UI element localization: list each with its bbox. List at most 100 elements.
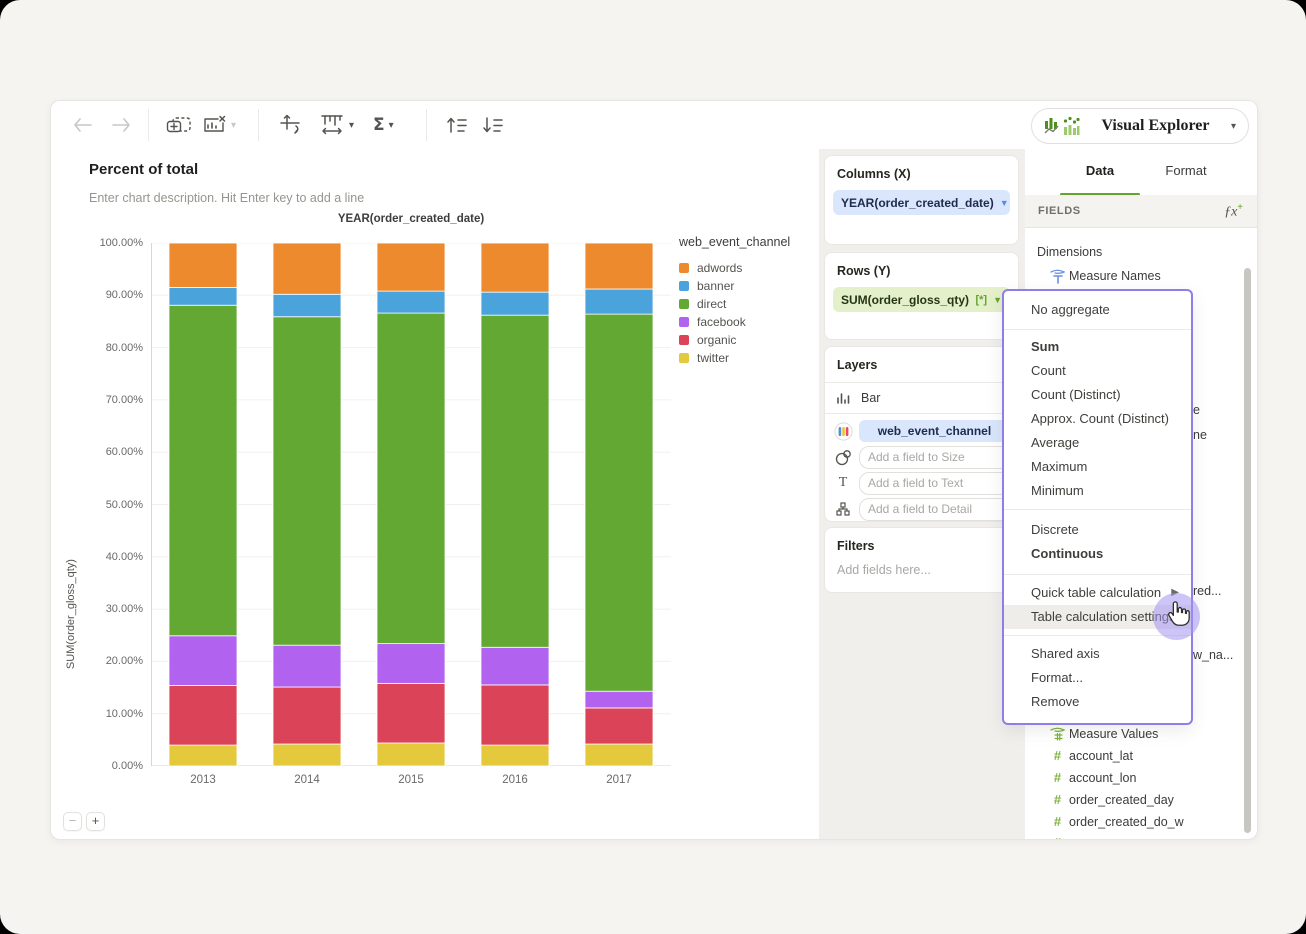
bar-segment-adwords-2016[interactable] [480,243,550,293]
bar-segment-direct-2014[interactable] [272,316,342,646]
bar-segment-adwords-2014[interactable] [272,243,342,295]
visual-explorer-caret-icon[interactable]: ▾ [1231,121,1236,132]
field-label: order_created_do_w [1069,815,1184,829]
y-axis-tick-label: 70.00% [105,393,143,406]
legend-item[interactable]: adwords [679,259,790,277]
bar-segment-adwords-2013[interactable] [168,243,238,288]
legend-item[interactable]: banner [679,277,790,295]
number-icon: # [1053,748,1062,763]
bar-segment-facebook-2014[interactable] [272,644,342,688]
legend-swatch [679,299,689,309]
stacked-bar-plot[interactable] [151,243,671,766]
bar-segment-banner-2017[interactable] [584,288,654,315]
bar-segment-direct-2013[interactable] [168,304,238,637]
menu-item-count-distinct[interactable]: Count (Distinct) [1004,383,1191,407]
menu-item-continuous[interactable]: Continuous [1004,542,1191,566]
menu-item-sum[interactable]: Sum [1004,335,1191,359]
bar-segment-organic-2015[interactable] [376,682,446,744]
field-order-created-do-w[interactable]: # order_created_do_w [1025,813,1257,833]
menu-item-maximum[interactable]: Maximum [1004,455,1191,479]
zoom-out-button[interactable]: − [63,812,82,831]
legend-item[interactable]: twitter [679,349,790,367]
bar-segment-direct-2016[interactable] [480,314,550,648]
field-label: Measure Values [1069,727,1159,741]
visual-explorer-logo-icon [1044,115,1080,137]
menu-item-count[interactable]: Count [1004,359,1191,383]
menu-item-minimum[interactable]: Minimum [1004,479,1191,503]
zoom-in-button[interactable]: + [86,812,105,831]
menu-item-average[interactable]: Average [1004,431,1191,455]
field-measure-names[interactable]: Measure Names [1025,267,1257,287]
filters-placeholder[interactable]: Add fields here... [825,553,1018,577]
bar-segment-direct-2015[interactable] [376,312,446,645]
menu-item-remove[interactable]: Remove [1004,690,1191,714]
field-partial[interactable]: # [1025,834,1257,839]
color-field-pill[interactable]: web_event_channel [859,420,1010,442]
sort-descending-icon[interactable] [481,113,505,137]
size-shelf-icon [833,449,853,466]
columns-field-pill[interactable]: YEAR(order_created_date) ▼ [833,190,1010,215]
menu-item-format[interactable]: Format... [1004,666,1191,690]
add-calculated-field-icon[interactable]: ƒx+ [1224,202,1243,221]
field-account-lat[interactable]: # account_lat [1025,747,1257,767]
legend-label: direct [697,297,727,311]
field-order-created-day[interactable]: # order_created_day [1025,791,1257,811]
bar-segment-organic-2013[interactable] [168,685,238,746]
legend-item[interactable]: organic [679,331,790,349]
aggregate-sigma-icon[interactable]: Σ ▾ [373,113,394,137]
aggregate-caret-icon[interactable]: ▾ [389,120,394,131]
bar-segment-twitter-2014[interactable] [272,743,342,766]
bar-segment-banner-2013[interactable] [168,287,238,306]
add-chart-icon[interactable] [166,113,192,137]
menu-item-discrete[interactable]: Discrete [1004,518,1191,542]
bar-segment-facebook-2017[interactable] [584,690,654,709]
field-measure-values[interactable]: Measure Values [1025,725,1257,745]
remove-chart-icon[interactable]: ▾ [203,113,236,137]
chart-title[interactable]: Percent of total [89,161,198,178]
rows-field-pill[interactable]: SUM(order_gloss_qty) [*] ▼ [833,287,1010,312]
fields-scrollbar-thumb[interactable] [1244,268,1251,833]
bar-segment-facebook-2013[interactable] [168,635,238,686]
back-icon[interactable] [73,113,93,137]
legend-item[interactable]: facebook [679,313,790,331]
toolbar-divider [258,109,259,141]
rows-field-label: SUM(order_gloss_qty) [841,292,970,307]
legend-item[interactable]: direct [679,295,790,313]
menu-item-approx-count-distinct[interactable]: Approx. Count (Distinct) [1004,407,1191,431]
tab-format[interactable]: Format [1163,163,1209,178]
bar-segment-twitter-2016[interactable] [480,744,550,766]
bar-segment-facebook-2015[interactable] [376,643,446,684]
chart-description-placeholder[interactable]: Enter chart description. Hit Enter key t… [89,191,364,205]
bar-segment-adwords-2015[interactable] [376,243,446,292]
bar-segment-twitter-2013[interactable] [168,744,238,766]
distribute-axis-icon[interactable]: ▾ [319,113,354,137]
swap-axes-icon[interactable] [279,113,303,137]
detail-shelf-placeholder[interactable]: Add a field to Detail [859,497,1010,521]
pill-caret-icon[interactable]: ▼ [993,295,1002,305]
bar-segment-organic-2014[interactable] [272,686,342,745]
remove-chart-caret-icon[interactable]: ▾ [231,120,236,131]
legend: web_event_channel adwords banner direct … [679,235,790,367]
bar-segment-banner-2015[interactable] [376,290,446,314]
size-shelf-placeholder[interactable]: Add a field to Size [859,445,1010,469]
field-account-lon[interactable]: # account_lon [1025,769,1257,789]
bar-segment-organic-2017[interactable] [584,707,654,745]
bar-segment-banner-2014[interactable] [272,293,342,318]
menu-item-no-aggregate[interactable]: No aggregate [1004,298,1191,322]
tab-data[interactable]: Data [1060,163,1140,178]
bar-segment-organic-2016[interactable] [480,684,550,746]
bar-segment-facebook-2016[interactable] [480,646,550,686]
bar-segment-adwords-2017[interactable] [584,243,654,290]
sort-ascending-icon[interactable] [445,113,469,137]
bar-segment-twitter-2017[interactable] [584,743,654,766]
mark-type-row[interactable]: Bar [825,383,1018,413]
visual-explorer-switcher[interactable]: Visual Explorer ▾ [1031,108,1249,144]
distribute-axis-caret-icon[interactable]: ▾ [349,120,354,131]
menu-item-shared-axis[interactable]: Shared axis [1004,642,1191,666]
bar-segment-twitter-2015[interactable] [376,742,446,766]
text-shelf-placeholder[interactable]: Add a field to Text [859,471,1010,495]
bar-segment-direct-2017[interactable] [584,313,654,692]
forward-icon[interactable] [111,113,131,137]
bar-segment-banner-2016[interactable] [480,291,550,316]
pill-caret-icon[interactable]: ▼ [1000,198,1009,208]
